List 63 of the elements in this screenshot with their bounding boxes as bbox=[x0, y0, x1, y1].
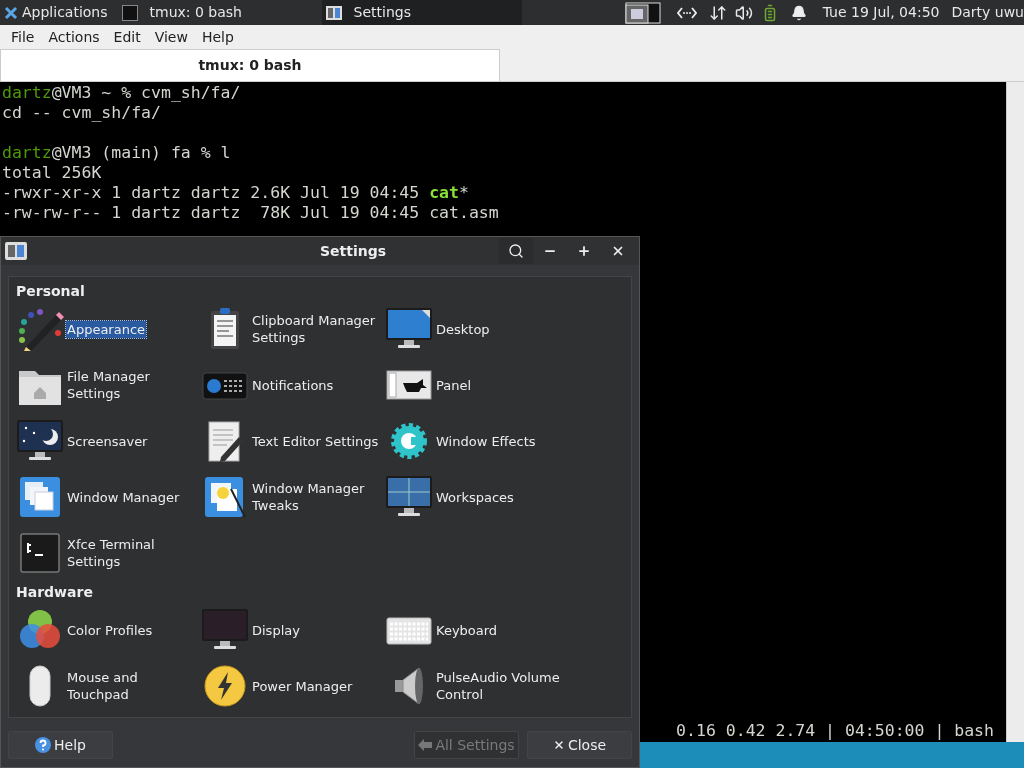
menu-item[interactable]: Help bbox=[194, 26, 241, 48]
section-heading: Hardware bbox=[16, 583, 94, 601]
transfer-arrows-icon[interactable] bbox=[708, 3, 727, 22]
monitor-icon bbox=[385, 475, 433, 519]
terminal-icon bbox=[121, 4, 138, 21]
volume-icon[interactable] bbox=[734, 3, 753, 22]
settings-item[interactable]: Workspaces bbox=[435, 488, 515, 506]
settings-item[interactable]: Notifications bbox=[251, 376, 335, 394]
settings-item[interactable]: Window Manager bbox=[66, 488, 181, 506]
menu-item[interactable]: Actions bbox=[41, 26, 107, 48]
terminal-tab[interactable]: tmux: 0 bash bbox=[0, 49, 500, 81]
settings-item[interactable]: Xfce Terminal Settings bbox=[66, 536, 200, 570]
settings-item[interactable]: Keyboard bbox=[435, 621, 499, 639]
settings-item[interactable]: Power Manager bbox=[251, 677, 354, 695]
terminal-line: -rw-rw-r-- 1 dartz dartz 78K Jul 19 04:45 cat.asm bbox=[1, 203, 500, 223]
help-button[interactable]: Help bbox=[8, 731, 113, 759]
moon-monitor-icon bbox=[16, 419, 64, 463]
close-icon bbox=[552, 739, 565, 751]
applications-menu[interactable]: Applications bbox=[0, 0, 112, 25]
palette-pencil-icon bbox=[16, 307, 64, 351]
workspace-switcher-icon[interactable] bbox=[624, 0, 661, 25]
back-arrow-icon bbox=[418, 739, 433, 751]
terminal-line: -rwxr-xr-x 1 dartz dartz 2.6K Jul 19 04:45 cat* bbox=[1, 183, 470, 203]
search-button[interactable] bbox=[499, 238, 533, 264]
maximize-icon bbox=[577, 244, 591, 258]
settings-item[interactable]: Text Editor Settings bbox=[251, 432, 380, 450]
help-icon bbox=[35, 737, 52, 753]
settings-icon bbox=[5, 242, 27, 260]
notification-bell-icon[interactable] bbox=[790, 4, 807, 21]
settings-item[interactable]: Clipboard Manager Settings bbox=[251, 312, 385, 346]
section-heading: Personal bbox=[16, 282, 86, 300]
settings-item[interactable]: File Manager Settings bbox=[66, 368, 200, 402]
menu-item[interactable]: View bbox=[147, 26, 195, 48]
settings-item[interactable]: Color Profiles bbox=[66, 621, 154, 639]
window-title: Settings bbox=[318, 241, 388, 261]
terminal-line: dartz@VM3 (main) fa % l bbox=[1, 143, 232, 163]
settings-item[interactable]: Mouse and Touchpad bbox=[66, 669, 200, 703]
user-name[interactable]: Darty uwu bbox=[951, 2, 1024, 23]
settings-item[interactable]: Appearance bbox=[66, 320, 147, 338]
network-icon[interactable] bbox=[676, 6, 697, 19]
settings-item[interactable]: Window Effects bbox=[435, 432, 537, 450]
lightning-icon bbox=[201, 664, 249, 708]
close-button[interactable]: Close bbox=[527, 731, 632, 759]
settings-item[interactable]: Desktop bbox=[435, 320, 491, 338]
settings-item[interactable]: Panel bbox=[435, 376, 473, 394]
terminal-line: cd -- cvm_sh/fa/ bbox=[1, 103, 162, 123]
terminal-line: dartz@VM3 ~ % cvm_sh/fa/ bbox=[1, 83, 242, 103]
settings-item[interactable]: PulseAudio Volume Control bbox=[435, 669, 575, 703]
settings-item[interactable]: Screensaver bbox=[66, 432, 149, 450]
taskbar-button[interactable]: Settings bbox=[321, 0, 522, 25]
monitor-icon bbox=[385, 307, 433, 351]
xfce-logo-icon bbox=[4, 5, 18, 20]
close-icon bbox=[611, 244, 625, 258]
settings-item[interactable]: Display bbox=[251, 621, 301, 639]
menu-item[interactable]: File bbox=[4, 26, 42, 48]
clock[interactable]: Tue 19 Jul, 04:50 bbox=[822, 2, 940, 23]
search-icon bbox=[508, 243, 524, 259]
settings-item[interactable]: Window Manager Tweaks bbox=[251, 480, 385, 514]
tmux-status-line: 0.16 0.42 2.74 | 04:50:00 | bash bbox=[676, 721, 994, 741]
terminal-line: total 256K bbox=[1, 163, 103, 183]
settings-icon bbox=[325, 5, 342, 20]
menu-item[interactable]: Edit bbox=[106, 26, 148, 48]
monitor-icon bbox=[201, 608, 249, 652]
